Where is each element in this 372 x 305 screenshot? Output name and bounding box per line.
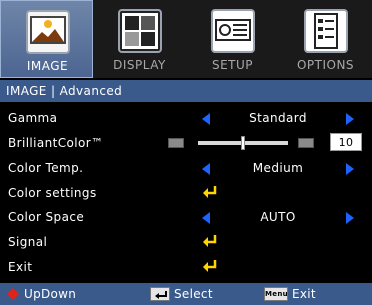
menu-row-color-settings[interactable]: Color settings bbox=[0, 181, 372, 205]
arrow-right-icon[interactable] bbox=[346, 113, 354, 125]
footer-updown-label: UpDown bbox=[24, 287, 77, 301]
menu-key-icon: Menu bbox=[264, 287, 288, 301]
arrow-left-icon[interactable] bbox=[202, 212, 210, 224]
gamma-value: Standard bbox=[249, 111, 307, 125]
display-icon bbox=[118, 9, 162, 53]
tab-options[interactable]: OPTIONS bbox=[279, 0, 372, 78]
tab-options-label: OPTIONS bbox=[296, 58, 355, 72]
menu-row-brilliantcolor[interactable]: BrilliantColor™ 10 bbox=[0, 131, 372, 155]
brilliantcolor-value: 10 bbox=[330, 133, 362, 151]
tab-setup-label: SETUP bbox=[211, 58, 254, 72]
color-space-label: Color Space bbox=[8, 210, 85, 224]
gamma-label: Gamma bbox=[8, 111, 58, 125]
tab-image[interactable]: IMAGE bbox=[0, 0, 93, 78]
tab-display-label: DISPLAY bbox=[113, 58, 166, 72]
tab-image-label: IMAGE bbox=[26, 59, 69, 73]
color-temp-label: Color Temp. bbox=[8, 161, 84, 175]
menu-row-color-space[interactable]: Color Space AUTO bbox=[0, 205, 372, 229]
footer-bar: UpDown Select Menu Exit bbox=[0, 283, 372, 305]
enter-icon[interactable] bbox=[202, 259, 218, 273]
arrow-left-icon[interactable] bbox=[202, 113, 210, 125]
slider-max-icon bbox=[298, 138, 314, 148]
enter-key-icon bbox=[150, 287, 170, 301]
signal-label: Signal bbox=[8, 235, 48, 249]
exit-label: Exit bbox=[8, 260, 33, 274]
arrow-right-icon[interactable] bbox=[346, 163, 354, 175]
color-space-value: AUTO bbox=[260, 210, 296, 224]
projector-icon bbox=[211, 9, 255, 53]
menu-row-gamma[interactable]: Gamma Standard bbox=[0, 106, 372, 130]
breadcrumb: IMAGE | Advanced bbox=[0, 80, 372, 102]
color-temp-value: Medium bbox=[252, 161, 304, 175]
menu-row-exit[interactable]: Exit bbox=[0, 255, 372, 279]
arrow-left-icon[interactable] bbox=[202, 163, 210, 175]
options-icon bbox=[304, 9, 348, 53]
tab-setup[interactable]: SETUP bbox=[186, 0, 279, 78]
arrow-right-icon[interactable] bbox=[346, 212, 354, 224]
brilliantcolor-slider-knob[interactable] bbox=[241, 136, 245, 150]
color-settings-label: Color settings bbox=[8, 186, 97, 200]
osd-menu: IMAGE DISPLAY SETUP OPTIONS IMAGE | Adva… bbox=[0, 0, 372, 305]
enter-icon[interactable] bbox=[202, 234, 218, 248]
image-icon bbox=[26, 10, 70, 54]
enter-icon[interactable] bbox=[202, 185, 218, 199]
footer-select-label: Select bbox=[174, 287, 213, 301]
menu-row-color-temp[interactable]: Color Temp. Medium bbox=[0, 156, 372, 180]
tab-bar: IMAGE DISPLAY SETUP OPTIONS bbox=[0, 0, 372, 78]
tab-display[interactable]: DISPLAY bbox=[93, 0, 186, 78]
slider-min-icon bbox=[168, 138, 184, 148]
brilliantcolor-label: BrilliantColor™ bbox=[8, 136, 104, 150]
updown-icon bbox=[7, 288, 19, 300]
footer-exit-label: Exit bbox=[292, 287, 316, 301]
menu-row-signal[interactable]: Signal bbox=[0, 230, 372, 254]
